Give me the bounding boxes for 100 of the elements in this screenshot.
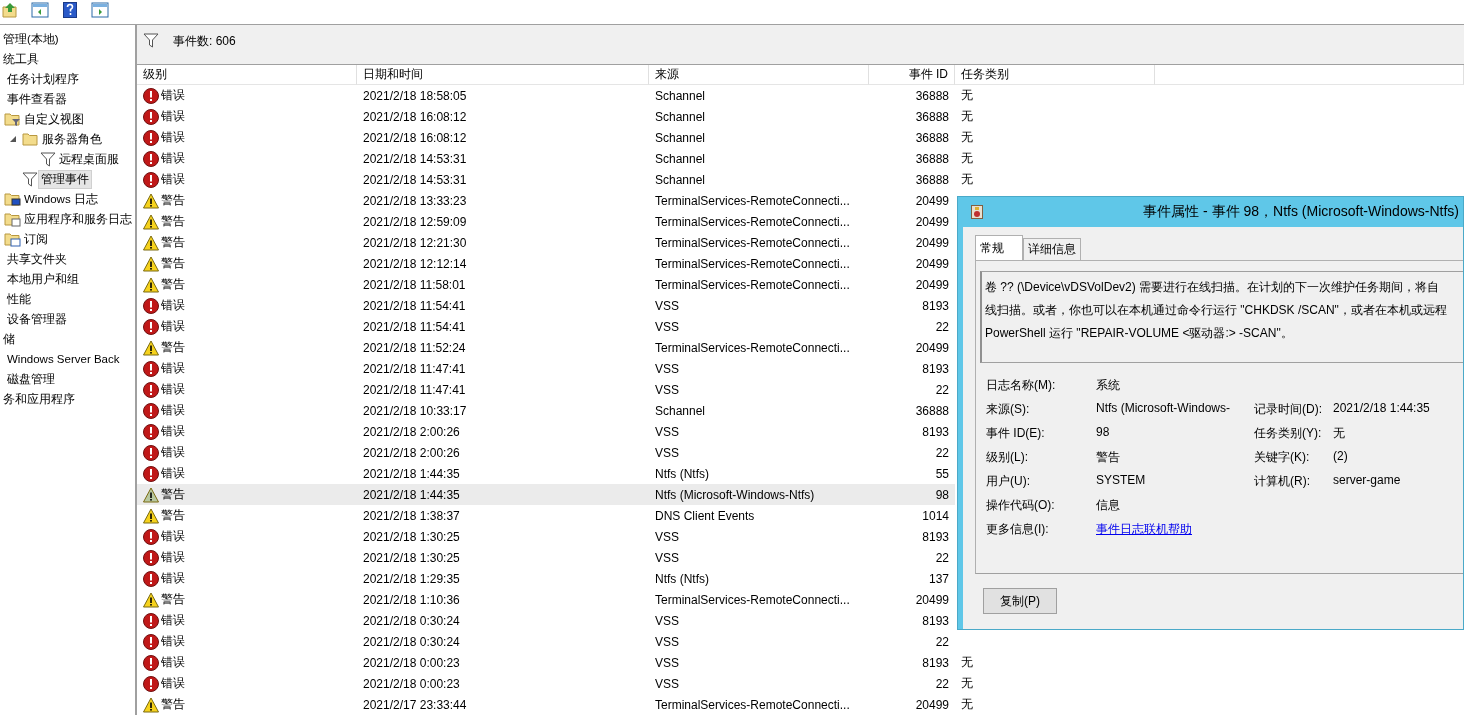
table-cell: 2021/2/18 1:44:35 [357,484,649,505]
tree-item[interactable]: 共享文件夹 [4,249,70,269]
pane-right-button[interactable] [90,1,110,19]
help-link[interactable]: 事件日志联机帮助 [1096,521,1192,539]
tree-item[interactable]: 性能 [4,289,34,309]
level-text: 错误 [161,612,185,629]
folder-filter-icon [4,111,21,127]
tree-item[interactable]: 管理事件 [38,169,92,189]
level-text: 错误 [161,129,185,146]
field-label: 事件 ID(E): [986,425,1046,442]
filter-icon [143,33,159,48]
folder-up-icon [2,2,18,18]
field-label: 任务类别(Y): [1254,425,1323,442]
folder-document-icon [4,211,21,227]
level-text: 错误 [161,528,185,545]
field-value: SYSTEM [1096,473,1147,489]
level-text: 错误 [161,423,185,440]
field-value: 无 [1333,425,1346,442]
tree-item[interactable]: 事件查看器 [4,89,70,109]
level-text: 警告 [161,591,185,608]
tree-item[interactable]: 订阅 [21,229,51,249]
tree-item[interactable]: Windows 日志 [21,189,101,209]
event-log-icon [971,205,983,219]
level-text: 错误 [161,150,185,167]
level-text: 错误 [161,633,185,650]
level-text: 错误 [161,108,185,125]
warning-icon [143,507,159,524]
field-value: (2) [1333,449,1349,465]
field-value: server-game [1333,473,1402,489]
tree-item[interactable]: 管理(本地) [0,29,62,49]
dialog-title: 事件属性 - 事件 98，Ntfs (Microsoft-Windows-Ntfs) [1142,203,1460,221]
warning-icon [143,276,159,293]
copy-button[interactable]: 复制(P) [983,588,1057,614]
level-text: 警告 [161,486,185,503]
level-text: 错误 [161,381,185,398]
level-text: 错误 [161,444,185,461]
field-label: 操作代码(O): [986,497,1056,514]
level-text: 警告 [161,507,185,524]
warning-icon [143,486,159,503]
field-value: 系统 [1096,377,1121,394]
field-value: Ntfs (Microsoft-Windows- [1096,401,1231,417]
tree-item[interactable]: 统工具 [0,49,42,69]
field-label: 更多信息(I): [986,521,1050,538]
description-line: PowerShell 运行 "REPAIR-VOLUME <驱动器:> -SCAN"。 [985,325,1294,342]
help-button[interactable] [60,1,80,19]
description-line: 卷 ?? (\Device\vDSVolDev2) 需要进行在线扫描。在计划的下一次维护任务期间，将自 [985,279,1441,296]
level-text: 错误 [161,87,185,104]
level-text: 错误 [161,171,185,188]
level-text: 错误 [161,570,185,587]
table-cell: Ntfs (Microsoft-Windows-Ntfs) [649,484,869,505]
level-text: 警告 [161,234,185,251]
level-text: 警告 [161,192,185,209]
tree-item[interactable]: 任务计划程序 [4,69,82,89]
tree-item[interactable]: 服务器角色 [39,129,105,149]
folder-monitor-icon [4,191,21,207]
tree-item[interactable]: Windows Server Back [4,351,123,367]
level-text: 警告 [161,213,185,230]
level-text: 错误 [161,297,185,314]
field-label: 关键字(K): [1254,449,1311,466]
pane-left-button[interactable] [30,1,50,19]
tree-item[interactable]: 务和应用程序 [0,389,78,409]
tree-item[interactable]: 储 [0,329,18,349]
field-label: 日志名称(M): [986,377,1057,394]
level-text: 警告 [161,276,185,293]
table-cell: 98 [869,484,955,505]
warning-icon [143,255,159,272]
expanded-triangle-icon[interactable] [8,134,18,144]
warning-icon [143,192,159,209]
field-label: 级别(L): [986,449,1029,466]
level-text: 错误 [161,465,185,482]
filter-icon [22,171,38,187]
description-line: 线扫描。或者，你也可以在本机通过命令行运行 "CHKDSK /SCAN"，或者在本机或远程 [985,302,1448,319]
warning-icon [143,696,159,713]
folder-icon [22,131,39,147]
tree-item[interactable]: 本地用户和组 [4,269,82,289]
folder-calendar-icon [4,231,21,247]
tree-item[interactable]: 磁盘管理 [4,369,58,389]
tree-item[interactable]: 设备管理器 [4,309,70,329]
field-label: 用户(U): [986,473,1031,490]
level-text: 警告 [161,255,185,272]
tree-item[interactable]: 自定义视图 [21,109,87,129]
level-text: 错误 [161,549,185,566]
field-value: 信息 [1096,497,1121,514]
tab[interactable]: 常规 [975,235,1023,260]
level-text: 错误 [161,675,185,692]
field-value: 98 [1096,425,1111,441]
tree-item[interactable]: 应用程序和服务日志 [21,209,135,229]
tree-item[interactable]: 远程桌面服 [56,149,122,169]
level-text: 警告 [161,696,185,713]
level-text: 错误 [161,402,185,419]
tab[interactable]: 详细信息 [1023,238,1081,260]
level-text: 错误 [161,654,185,671]
field-value: 警告 [1096,449,1121,466]
warning-icon [143,339,159,356]
filter-icon [40,151,56,167]
warning-icon [143,213,159,230]
up-button[interactable] [0,1,20,19]
field-label: 计算机(R): [1254,473,1311,490]
warning-icon [143,234,159,251]
level-text: 错误 [161,318,185,335]
